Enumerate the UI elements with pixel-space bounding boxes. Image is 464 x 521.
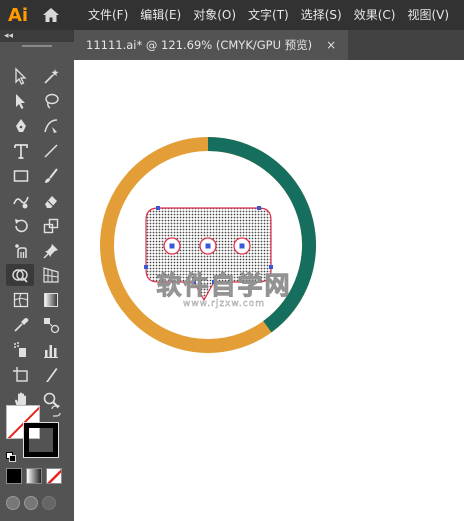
eyedropper-icon[interactable]: [8, 314, 34, 336]
line-segment-icon[interactable]: [38, 140, 64, 162]
selection-tool-icon[interactable]: [8, 65, 34, 87]
menu-items: 文件(F) 编辑(E) 对象(O) 文字(T) 选择(S) 效果(C) 视图(V…: [82, 0, 455, 30]
app-logo: Ai: [7, 4, 29, 26]
direct-selection-icon[interactable]: [8, 90, 34, 112]
rectangle-tool-icon[interactable]: [8, 165, 34, 187]
close-tab-icon[interactable]: ×: [326, 30, 336, 60]
swap-fill-stroke-icon[interactable]: [50, 404, 62, 420]
color-mode-button[interactable]: [6, 468, 22, 484]
curvature-tool-icon[interactable]: [38, 115, 64, 137]
tools-panel: ◂◂: [0, 30, 74, 521]
artboard-canvas[interactable]: 软件自学网 www.rjzxw.com: [74, 60, 464, 521]
magic-wand-icon[interactable]: [38, 65, 64, 87]
puppet-warp-icon[interactable]: [8, 240, 34, 262]
document-tab-title: 11111.ai* @ 121.69% (CMYK/GPU 预览): [86, 38, 313, 52]
mesh-tool-icon[interactable]: [8, 289, 34, 311]
gradient-tool-icon[interactable]: [38, 289, 64, 311]
illustrator-window: Ai 文件(F) 编辑(E) 对象(O) 文字(T) 选择(S) 效果(C) 视…: [0, 0, 464, 521]
paintbrush-icon[interactable]: [38, 165, 64, 187]
slice-tool-icon[interactable]: [38, 364, 64, 386]
none-mode-button[interactable]: [46, 468, 62, 484]
collapse-panel-button[interactable]: ◂◂: [0, 30, 74, 42]
color-mode-row: [6, 468, 62, 484]
menu-file[interactable]: 文件(F): [82, 0, 134, 30]
fill-stroke-swatches: [6, 404, 62, 462]
draw-mode-row: [6, 496, 56, 510]
symbol-sprayer-icon[interactable]: [8, 339, 34, 361]
menu-select[interactable]: 选择(S): [295, 0, 348, 30]
column-graph-icon[interactable]: [38, 339, 64, 361]
pin-tool-icon[interactable]: [38, 240, 64, 262]
shaper-tool-icon[interactable]: [8, 190, 34, 212]
artboard-tool-icon[interactable]: [8, 364, 34, 386]
eraser-icon[interactable]: [38, 190, 64, 212]
gradient-mode-button[interactable]: [26, 468, 42, 484]
panel-grip[interactable]: [0, 42, 74, 50]
menu-object[interactable]: 对象(O): [187, 0, 242, 30]
menu-type[interactable]: 文字(T): [242, 0, 295, 30]
shape-builder-icon[interactable]: [6, 264, 34, 286]
type-tool-icon[interactable]: [8, 140, 34, 162]
scale-tool-icon[interactable]: [38, 215, 64, 237]
menu-bar: Ai 文件(F) 编辑(E) 对象(O) 文字(T) 选择(S) 效果(C) 视…: [0, 0, 464, 30]
document-tab-bar: 11111.ai* @ 121.69% (CMYK/GPU 预览) ×: [74, 30, 464, 60]
blend-tool-icon[interactable]: [38, 314, 64, 336]
menu-effect[interactable]: 效果(C): [348, 0, 402, 30]
artwork: [100, 137, 316, 353]
menu-edit[interactable]: 编辑(E): [134, 0, 187, 30]
draw-inside-icon[interactable]: [42, 496, 56, 510]
stroke-swatch[interactable]: [23, 422, 59, 458]
home-icon[interactable]: [36, 0, 66, 30]
pen-tool-icon[interactable]: [8, 115, 34, 137]
perspective-grid-icon[interactable]: [38, 264, 64, 286]
default-colors-icon[interactable]: [6, 447, 16, 462]
menu-view[interactable]: 视图(V): [401, 0, 455, 30]
document-tab[interactable]: 11111.ai* @ 121.69% (CMYK/GPU 预览) ×: [74, 30, 349, 60]
draw-normal-icon[interactable]: [6, 496, 20, 510]
rotate-tool-icon[interactable]: [8, 215, 34, 237]
draw-behind-icon[interactable]: [24, 496, 38, 510]
lasso-icon[interactable]: [38, 90, 64, 112]
